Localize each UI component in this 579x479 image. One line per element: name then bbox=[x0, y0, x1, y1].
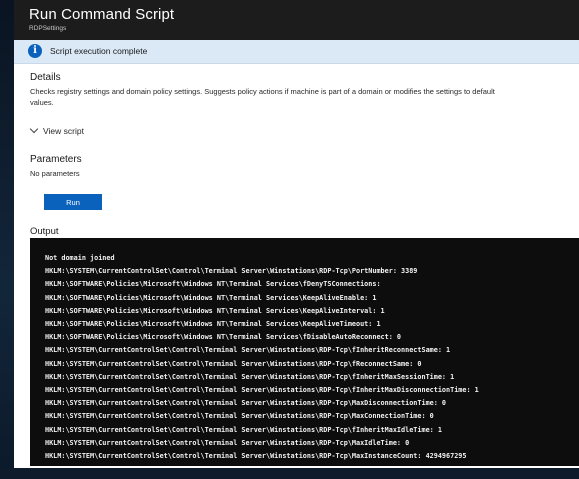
screen-frame: Run Command Script RDPSettings i Script … bbox=[0, 0, 579, 479]
details-line: values. bbox=[30, 98, 54, 107]
output-line: HKLM:\SOFTWARE\Policies\Microsoft\Window… bbox=[45, 320, 381, 329]
output-line: Not domain joined bbox=[45, 254, 115, 262]
info-icon: i bbox=[28, 44, 42, 58]
run-command-panel: Run Command Script RDPSettings i Script … bbox=[14, 0, 579, 468]
output-line: HKLM:\SOFTWARE\Policies\Microsoft\Window… bbox=[45, 293, 377, 302]
details-description: Checks registry settings and domain poli… bbox=[30, 86, 570, 108]
page-subtitle: RDPSettings bbox=[29, 25, 67, 32]
output-label: Output bbox=[30, 226, 59, 237]
view-script-toggle[interactable]: View script bbox=[29, 124, 84, 136]
details-title: Details bbox=[30, 72, 61, 83]
output-console[interactable]: Not domain joined HKLM:\SYSTEM\CurrentCon… bbox=[30, 238, 579, 466]
details-line: Checks registry settings and domain poli… bbox=[30, 87, 495, 96]
title-bar: Run Command Script RDPSettings bbox=[14, 0, 579, 40]
parameters-value: No parameters bbox=[30, 169, 80, 178]
parameters-title: Parameters bbox=[30, 154, 82, 165]
output-line: HKLM:\SYSTEM\CurrentControlSet\Control\T… bbox=[45, 399, 447, 408]
output-line: HKLM:\SYSTEM\CurrentControlSet\Control\T… bbox=[45, 412, 434, 421]
output-line: HKLM:\SYSTEM\CurrentControlSet\Control\T… bbox=[45, 452, 467, 461]
output-line: HKLM:\SOFTWARE\Policies\Microsoft\Window… bbox=[45, 333, 402, 342]
output-line: HKLM:\SYSTEM\CurrentControlSet\Control\T… bbox=[45, 267, 418, 276]
status-banner: i Script execution complete bbox=[14, 40, 579, 64]
output-line: HKLM:\SYSTEM\CurrentControlSet\Control\T… bbox=[45, 386, 479, 395]
output-line: HKLM:\SYSTEM\CurrentControlSet\Control\T… bbox=[45, 425, 442, 434]
output-line: HKLM:\SOFTWARE\Policies\Microsoft\Window… bbox=[45, 306, 385, 315]
status-text: Script execution complete bbox=[50, 46, 148, 56]
view-script-label: View script bbox=[43, 126, 84, 136]
output-line: HKLM:\SYSTEM\CurrentControlSet\Control\T… bbox=[45, 372, 455, 381]
page-title: Run Command Script bbox=[29, 6, 175, 23]
run-button[interactable]: Run bbox=[44, 194, 102, 210]
chevron-down-icon bbox=[29, 124, 39, 134]
output-line: HKLM:\SYSTEM\CurrentControlSet\Control\T… bbox=[45, 438, 410, 447]
output-line: HKLM:\SYSTEM\CurrentControlSet\Control\T… bbox=[45, 346, 451, 355]
bottom-strip bbox=[0, 468, 579, 479]
output-line: HKLM:\SYSTEM\CurrentControlSet\Control\T… bbox=[45, 359, 422, 368]
output-line: HKLM:\SOFTWARE\Policies\Microsoft\Window… bbox=[45, 280, 381, 289]
